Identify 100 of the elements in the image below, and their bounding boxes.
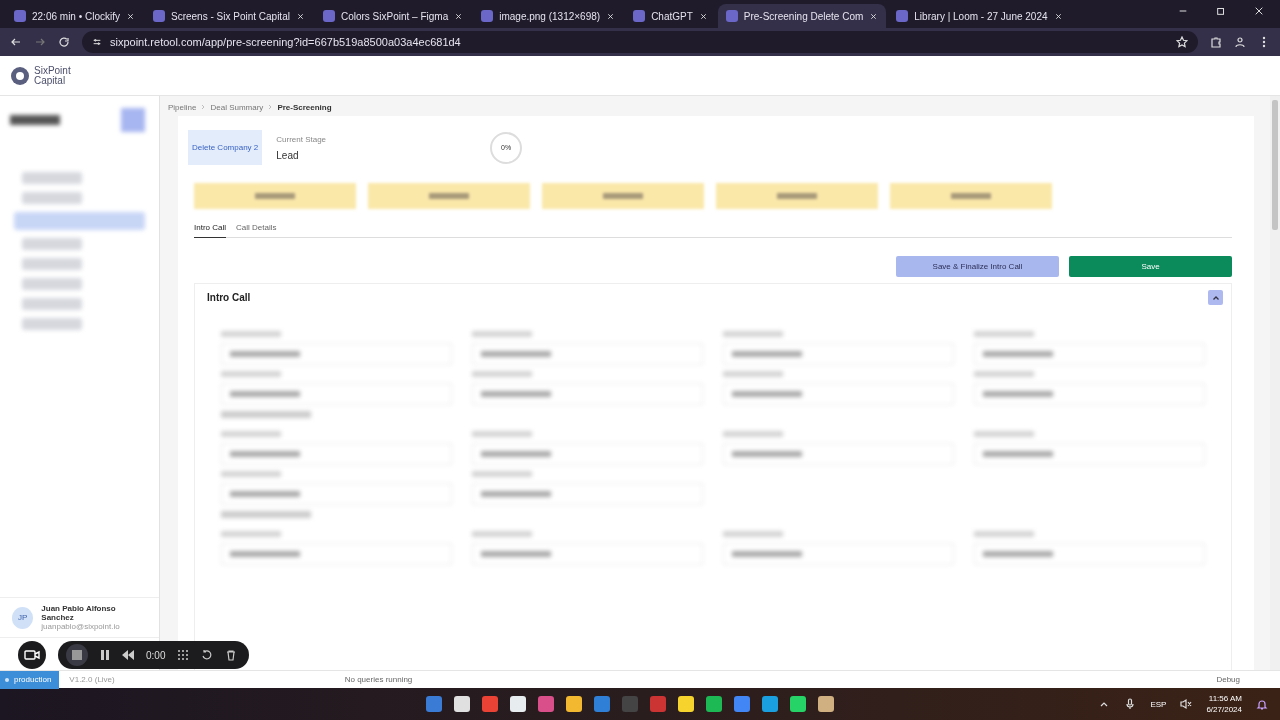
blurred-button[interactable] <box>368 183 530 209</box>
pause-icon <box>100 650 110 660</box>
tab[interactable]: Intro Call <box>194 223 226 238</box>
app-icon[interactable] <box>762 696 778 712</box>
close-icon <box>1254 6 1264 16</box>
stage-label: Current Stage <box>276 134 327 144</box>
tab[interactable]: Call Details <box>236 223 277 234</box>
tab-title: Colors SixPoint – Figma <box>340 10 449 22</box>
blurred-nav-item[interactable] <box>22 172 82 184</box>
stage-value: Lead <box>276 149 300 161</box>
blurred-nav-item[interactable] <box>14 212 145 230</box>
user-name: Juan Pablo Alfonso Sanchez <box>41 604 117 622</box>
browser-tab[interactable]: Screens - Six Point Capital <box>145 4 313 28</box>
close-icon <box>1053 11 1063 21</box>
restart-button[interactable] <box>201 649 214 661</box>
browser-tab[interactable]: 22:06 min • Clockify <box>6 4 143 28</box>
blurred-title <box>10 115 60 125</box>
back-icon <box>10 36 22 48</box>
stop-button[interactable] <box>66 644 88 666</box>
clock[interactable]: 11:56 AM 6/27/2024 <box>1206 693 1242 715</box>
blurred-button[interactable] <box>194 183 356 209</box>
chevron-right-icon <box>267 104 274 110</box>
app-icon[interactable] <box>706 696 722 712</box>
breadcrumb-link[interactable]: Pre-Screening <box>277 102 332 112</box>
restore-icon <box>1216 6 1226 16</box>
grid-button[interactable] <box>177 649 190 661</box>
app-icon[interactable] <box>734 696 750 712</box>
tab-title: Screens - Six Point Capital <box>171 10 290 22</box>
microphone-icon <box>1124 698 1137 710</box>
favicon-icon <box>14 10 26 22</box>
blurred-nav-item[interactable] <box>22 192 82 204</box>
app-icon[interactable] <box>454 696 470 712</box>
favicon-icon <box>481 10 494 22</box>
breadcrumb-link[interactable]: Pipeline <box>168 102 197 112</box>
blurred-nav-item[interactable] <box>22 318 82 330</box>
section-title: Intro Call <box>207 292 251 303</box>
app-icon[interactable] <box>818 696 834 712</box>
blurred-button[interactable] <box>121 108 145 132</box>
close-icon <box>454 11 464 21</box>
breadcrumb-link[interactable]: Deal Summary <box>210 102 264 112</box>
blurred-button[interactable] <box>890 183 1052 209</box>
user-avatar: JP <box>12 606 34 629</box>
blurred-nav-item[interactable] <box>22 258 82 270</box>
app-icon[interactable] <box>426 696 442 712</box>
browser-tab[interactable]: image.png (1312×698) <box>473 4 624 28</box>
blurred-nav-item[interactable] <box>22 298 82 310</box>
tab-title: Library | Loom - 27 June 2024 <box>914 10 1048 22</box>
blurred-button[interactable] <box>716 183 878 209</box>
query-status: No queries running <box>344 675 413 684</box>
save-button[interactable]: Save <box>1069 256 1232 277</box>
favicon-icon <box>633 10 646 22</box>
company-button[interactable]: Delete Company 2 <box>188 130 263 165</box>
tab-title: 22:06 min • Clockify <box>32 10 120 22</box>
browser-tab[interactable]: Colors SixPoint – Figma <box>314 4 472 28</box>
forward-icon <box>34 36 46 48</box>
rewind-button[interactable] <box>122 650 134 660</box>
rewind-icon <box>122 650 134 660</box>
app-icon[interactable] <box>622 696 638 712</box>
address-bar[interactable]: sixpoint.retool.com/app/pre-screening?id=667b519a8500a03a4ec681d4 <box>82 31 1198 53</box>
close-icon <box>869 11 879 21</box>
favicon-icon <box>153 10 165 22</box>
language-indicator[interactable]: ESP <box>1150 699 1167 709</box>
browser-tab[interactable]: Pre-Screening Delete Com <box>717 4 887 28</box>
browser-tab[interactable]: ChatGPT <box>625 4 716 28</box>
favicon-icon <box>322 10 335 22</box>
app-icon[interactable] <box>790 696 806 712</box>
app-icon[interactable] <box>538 696 554 712</box>
delete-button[interactable] <box>225 649 238 661</box>
grid-icon <box>177 649 190 661</box>
pause-button[interactable] <box>100 650 110 660</box>
star-icon <box>1176 36 1188 48</box>
collapse-button[interactable] <box>1208 290 1223 305</box>
blurred-nav-item[interactable] <box>22 238 82 250</box>
finalize-button[interactable]: Save & Finalize Intro Call <box>896 256 1059 277</box>
logo-text: Capital <box>34 75 67 86</box>
app-icon[interactable] <box>566 696 582 712</box>
app-icon[interactable] <box>678 696 694 712</box>
scrollbar[interactable] <box>1270 96 1280 670</box>
site-info-icon <box>92 37 102 47</box>
app-icon[interactable] <box>594 696 610 712</box>
bell-icon <box>1256 698 1268 710</box>
tab-title: ChatGPT <box>651 10 693 22</box>
app-icon[interactable] <box>650 696 666 712</box>
blurred-nav-item[interactable] <box>22 278 82 290</box>
tab-title: Pre-Screening Delete Com <box>743 10 864 22</box>
camera-icon <box>24 649 40 661</box>
app-icon[interactable] <box>482 696 498 712</box>
stop-icon <box>72 650 82 660</box>
blurred-button[interactable] <box>542 183 704 209</box>
user-email: juanpablo@sixpoint.io <box>41 622 121 631</box>
app-icon[interactable] <box>510 696 526 712</box>
recording-time: 0:00 <box>146 649 166 661</box>
speaker-muted-icon <box>1180 698 1193 710</box>
close-icon <box>295 11 305 21</box>
browser-tab[interactable]: Library | Loom - 27 June 2024 <box>888 4 1071 28</box>
close-icon <box>606 11 616 21</box>
logo-text: SixPoint <box>34 65 71 76</box>
reload-icon <box>58 36 70 48</box>
debug-button[interactable]: Debug <box>1216 675 1240 684</box>
trash-icon <box>225 649 238 661</box>
